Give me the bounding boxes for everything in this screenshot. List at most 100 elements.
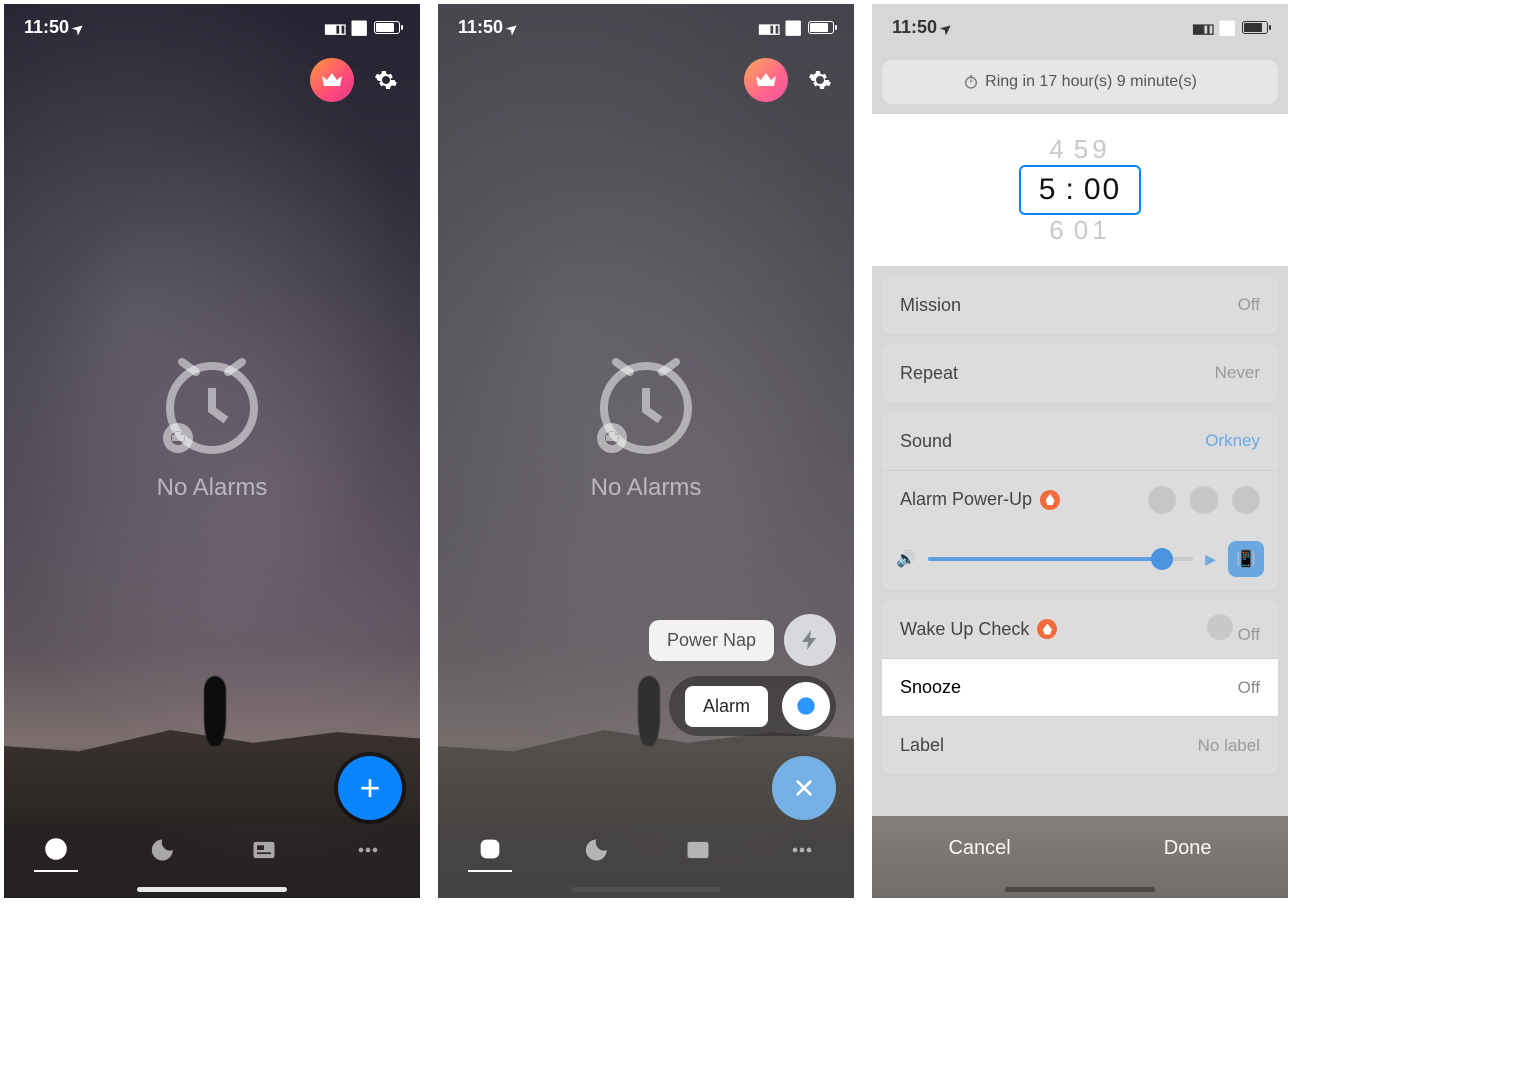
signal-icon xyxy=(324,17,345,38)
row-volume[interactable]: 🔊 ▶ 📳 xyxy=(882,528,1278,590)
row-sound[interactable]: Sound Orkney xyxy=(882,412,1278,470)
time-picker-next: 601 xyxy=(1049,215,1110,246)
wallpaper-ground xyxy=(438,719,854,826)
wallpaper xyxy=(438,4,854,898)
row-wakeup-check[interactable]: Wake Up Check Off xyxy=(882,600,1278,658)
mission-value: Off xyxy=(1238,295,1260,315)
time-picker-prev: 459 xyxy=(1049,134,1110,165)
cancel-button[interactable]: Cancel xyxy=(948,837,1010,860)
powerup-icon-3 xyxy=(1232,486,1260,514)
vibrate-toggle[interactable]: 📳 xyxy=(1228,541,1264,577)
home-indicator[interactable] xyxy=(137,887,287,892)
status-bar: 11:50 xyxy=(872,4,1288,50)
time-picker[interactable]: 459 5:00 601 xyxy=(872,114,1288,266)
gear-icon xyxy=(374,68,398,92)
done-button[interactable]: Done xyxy=(1164,837,1212,860)
battery-icon xyxy=(808,21,834,34)
add-alarm-fab[interactable]: + xyxy=(338,756,402,820)
signal-icon xyxy=(1192,17,1213,38)
close-fab[interactable]: × xyxy=(772,756,836,820)
tab-alarm[interactable] xyxy=(468,828,512,872)
battery-icon xyxy=(374,21,400,34)
wifi-icon xyxy=(785,17,802,38)
flame-icon xyxy=(1037,619,1057,639)
wallpaper-figure xyxy=(204,676,226,746)
premium-button[interactable] xyxy=(744,58,788,102)
row-snooze[interactable]: Snooze Off xyxy=(882,658,1278,716)
status-time: 11:50 xyxy=(24,17,84,38)
settings-button[interactable] xyxy=(800,60,840,100)
battery-icon xyxy=(1242,21,1268,34)
mission-label: Mission xyxy=(900,295,961,316)
alarm-clock-icon xyxy=(152,344,272,464)
ring-in-text: Ring in 17 hour(s) 9 minute(s) xyxy=(985,73,1197,91)
stopwatch-icon xyxy=(963,74,979,90)
powerup-icons xyxy=(1148,486,1260,514)
empty-state: No Alarms xyxy=(152,344,272,502)
tab-news[interactable] xyxy=(242,828,286,872)
alarm-clock-icon xyxy=(586,344,706,464)
status-bar: 11:50 xyxy=(438,4,854,50)
tab-bar xyxy=(438,820,854,898)
play-icon[interactable]: ▶ xyxy=(1205,551,1216,568)
home-indicator[interactable] xyxy=(1005,887,1155,892)
row-powerup[interactable]: Alarm Power-Up xyxy=(882,470,1278,528)
tab-more[interactable] xyxy=(346,828,390,872)
location-icon xyxy=(503,17,518,37)
screen-alarm-settings: 11:50 Ring in 17 hour(s) 9 minute(s) 459… xyxy=(872,4,1288,898)
power-nap-label: Power Nap xyxy=(649,620,774,661)
gear-icon xyxy=(808,68,832,92)
crown-icon xyxy=(754,68,778,92)
time-picker-selected[interactable]: 5:00 xyxy=(1019,165,1141,215)
repeat-label: Repeat xyxy=(900,363,958,384)
settings-button[interactable] xyxy=(366,60,406,100)
status-time: 11:50 xyxy=(458,17,518,38)
repeat-value: Never xyxy=(1215,363,1260,383)
wakeup-check-icon xyxy=(1207,614,1233,640)
screen-add-menu: 11:50 No Alarms Power Nap Alarm × xyxy=(438,4,854,898)
snooze-label: Snooze xyxy=(900,677,961,698)
option-power-nap[interactable]: Power Nap xyxy=(649,614,836,666)
powerup-icon-1 xyxy=(1148,486,1176,514)
label-label: Label xyxy=(900,735,944,756)
tab-news[interactable] xyxy=(676,828,720,872)
tab-alarm[interactable] xyxy=(34,828,78,872)
volume-slider[interactable] xyxy=(928,557,1193,561)
no-alarms-label: No Alarms xyxy=(586,474,706,502)
snooze-value: Off xyxy=(1238,678,1260,698)
tab-more[interactable] xyxy=(780,828,824,872)
wakeup-value: Off xyxy=(1238,625,1260,644)
status-bar: 11:50 xyxy=(4,4,420,50)
option-alarm[interactable]: Alarm xyxy=(669,676,836,736)
wifi-icon xyxy=(1219,17,1236,38)
footer-bar: Cancel Done xyxy=(872,816,1288,898)
crown-icon xyxy=(320,68,344,92)
empty-state: No Alarms xyxy=(586,344,706,502)
home-indicator[interactable] xyxy=(571,887,721,892)
location-icon xyxy=(937,17,952,37)
sound-label: Sound xyxy=(900,431,952,452)
label-value: No label xyxy=(1198,736,1260,756)
status-time: 11:50 xyxy=(892,17,952,38)
premium-button[interactable] xyxy=(310,58,354,102)
location-icon xyxy=(69,17,84,37)
no-alarms-label: No Alarms xyxy=(152,474,272,502)
sound-value: Orkney xyxy=(1205,431,1260,451)
speaker-icon: 🔊 xyxy=(896,549,916,569)
wallpaper-figure xyxy=(638,676,660,746)
tab-sleep[interactable] xyxy=(138,828,182,872)
row-mission[interactable]: Mission Off xyxy=(882,276,1278,334)
row-label[interactable]: Label No label xyxy=(882,716,1278,774)
ring-in-banner: Ring in 17 hour(s) 9 minute(s) xyxy=(882,60,1278,104)
alarm-option-icon xyxy=(782,682,830,730)
signal-icon xyxy=(758,17,779,38)
screen-home: 11:50 No Alarms + xyxy=(4,4,420,898)
wifi-icon xyxy=(351,17,368,38)
bolt-icon xyxy=(784,614,836,666)
alarm-option-label: Alarm xyxy=(685,686,768,727)
row-repeat[interactable]: Repeat Never xyxy=(882,344,1278,402)
tab-sleep[interactable] xyxy=(572,828,616,872)
flame-icon xyxy=(1040,490,1060,510)
wakeup-label: Wake Up Check xyxy=(900,619,1029,640)
powerup-label: Alarm Power-Up xyxy=(900,489,1032,510)
